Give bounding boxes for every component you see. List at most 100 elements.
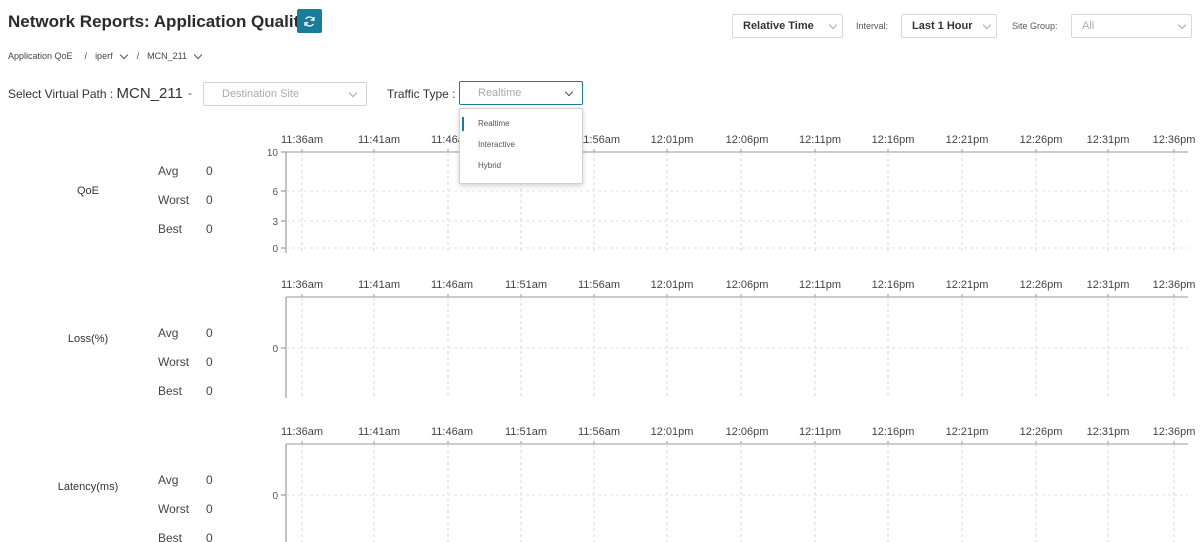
x-tick-label: 11:51am [505,279,547,291]
traffic-type-label: Traffic Type : [387,87,456,101]
x-tick-label: 12:16pm [872,426,915,438]
stat-label: Avg [158,326,179,340]
traffic-type-dropdown: Realtime Interactive Hybrid [459,108,583,184]
x-tick-label: 11:36am [281,134,323,146]
x-tick-label: 12:26pm [1020,279,1063,291]
x-tick-label: 12:06pm [726,134,769,146]
stat-avg: Avg 0 [158,326,213,340]
breadcrumb-separator: / [84,51,88,61]
interval-value: Last 1 Hour [912,20,973,32]
x-tick-label: 12:36pm [1153,279,1196,291]
stat-value: 0 [206,384,213,398]
traffic-type-option-interactive[interactable]: Interactive [460,138,582,159]
stat-avg: Avg 0 [158,473,213,487]
stat-worst: Worst 0 [158,502,213,516]
y-tick-label: 0 [272,491,278,502]
page-title: Network Reports: Application Quality [8,12,309,31]
metric-name: Latency(ms) [57,481,119,493]
chevron-down-icon [348,88,358,97]
breadcrumb-root[interactable]: Application QoE [8,51,73,61]
stat-value: 0 [206,473,213,487]
x-tick-label: 12:26pm [1020,426,1063,438]
virtual-path-value: MCN_211 [116,85,183,102]
x-tick-label: 12:01pm [651,134,694,146]
x-tick-label: 11:41am [358,279,400,291]
x-tick-label: 11:36am [281,279,323,291]
stat-label: Avg [158,473,179,487]
metric-name: Loss(%) [67,333,109,345]
x-tick-label: 12:21pm [946,426,989,438]
x-tick-label: 11:46am [431,279,473,291]
traffic-type-option-hybrid[interactable]: Hybrid [460,159,582,180]
chevron-down-icon[interactable] [193,50,203,59]
x-tick-label: 11:56am [578,134,620,146]
stat-value: 0 [206,164,213,178]
site-group-label: Site Group: [1012,21,1058,31]
stat-worst: Worst 0 [158,355,213,369]
x-tick-label: 12:11pm [799,134,841,146]
x-tick-label: 12:11pm [799,426,841,438]
x-tick-label: 11:56am [578,279,620,291]
x-tick-label: 12:01pm [651,279,694,291]
x-tick-label: 12:21pm [946,134,989,146]
x-tick-label: 12:26pm [1020,134,1063,146]
stat-value: 0 [206,502,213,516]
stat-value: 0 [206,326,213,340]
virtual-path-label: Select Virtual Path : MCN_211 [8,85,183,102]
x-tick-label: 12:06pm [726,279,769,291]
x-tick-label: 11:56am [578,426,620,438]
breadcrumb-separator: / [136,51,140,61]
x-tick-label: 12:36pm [1153,134,1196,146]
stat-best: Best 0 [158,531,213,542]
time-mode-select[interactable]: Relative Time [732,14,843,38]
x-tick-label: 11:41am [358,134,400,146]
refresh-button[interactable] [297,9,322,33]
x-tick-label: 11:41am [358,426,400,438]
traffic-type-option-realtime[interactable]: Realtime [460,117,582,138]
stat-label: Avg [158,164,179,178]
x-tick-label: 12:21pm [946,279,989,291]
chevron-down-icon [828,20,838,29]
stat-value: 0 [206,222,213,236]
x-tick-label: 12:36pm [1153,426,1196,438]
interval-select[interactable]: Last 1 Hour [901,14,997,38]
x-tick-label: 12:11pm [799,279,841,291]
stat-value: 0 [206,193,213,207]
stat-avg: Avg 0 [158,164,213,178]
stat-label: Best [158,222,183,236]
stat-worst: Worst 0 [158,193,213,207]
breadcrumb-item-iperf[interactable]: iperf [95,51,113,61]
refresh-icon [304,15,315,27]
time-mode-value: Relative Time [743,20,814,32]
stat-label: Worst [158,355,190,369]
stat-best: Best 0 [158,384,213,398]
chevron-down-icon [564,87,574,96]
stat-label: Best [158,531,183,542]
y-tick-label: 3 [272,217,278,228]
stat-value: 0 [206,531,213,542]
site-group-select[interactable]: All [1071,14,1192,38]
destination-site-placeholder: Destination Site [222,88,300,100]
x-tick-label: 11:46am [431,426,473,438]
site-group-value: All [1082,20,1095,32]
y-tick-label: 6 [272,187,278,198]
metric-name: QoE [76,185,99,197]
chevron-down-icon[interactable] [119,50,128,59]
x-tick-label: 12:16pm [872,279,915,291]
x-tick-label: 12:31pm [1087,426,1130,438]
breadcrumb-item-mcn[interactable]: MCN_211 [147,51,187,61]
y-tick-label: 0 [272,244,278,255]
destination-site-select[interactable]: Destination Site [203,82,367,106]
y-tick-label: 0 [272,344,278,355]
interval-label: Interval: [856,21,889,31]
stat-label: Worst [158,193,190,207]
stat-best: Best 0 [158,222,213,236]
stat-label: Best [158,384,183,398]
breadcrumb: Application QoE / iperf / MCN_211 [8,50,203,61]
x-tick-label: 12:31pm [1087,279,1130,291]
chevron-down-icon [982,20,992,29]
x-tick-label: 12:31pm [1087,134,1130,146]
x-tick-label: 11:36am [281,426,323,438]
traffic-type-select[interactable]: Realtime [459,81,583,105]
virtual-path-label-text: Select Virtual Path : [8,87,117,101]
